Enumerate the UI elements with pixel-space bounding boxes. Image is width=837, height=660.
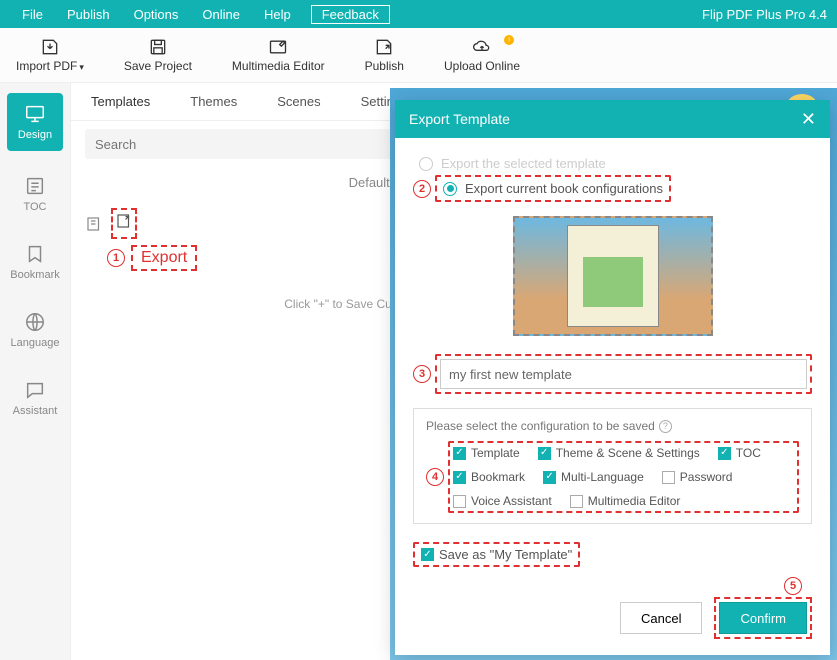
dialog-close-button[interactable]: ✕: [801, 109, 816, 130]
menu-online[interactable]: Online: [190, 7, 252, 22]
tab-scenes[interactable]: Scenes: [257, 94, 340, 109]
sidebar-item-bookmark[interactable]: Bookmark: [7, 237, 63, 287]
annotation-2: 2: [413, 180, 431, 198]
tab-themes[interactable]: Themes: [170, 94, 257, 109]
annotation-3: 3: [413, 365, 431, 383]
annotation-4: 4: [426, 468, 444, 486]
help-icon[interactable]: ?: [659, 420, 672, 433]
chat-icon: [24, 379, 46, 401]
menu-help[interactable]: Help: [252, 7, 303, 22]
tab-templates[interactable]: Templates: [71, 94, 170, 109]
feedback-button[interactable]: Feedback: [311, 5, 390, 24]
menu-file[interactable]: File: [10, 7, 55, 22]
confirm-button[interactable]: Confirm: [719, 602, 807, 634]
toc-icon: [24, 175, 46, 197]
import-pdf-button[interactable]: Import PDF▾: [16, 37, 84, 73]
sidebar-item-design[interactable]: Design: [7, 93, 63, 151]
annotation-5: 5: [784, 577, 802, 595]
left-sidebar: Design TOC Bookmark Language Assistant: [0, 83, 70, 660]
export-template-icon[interactable]: [115, 212, 133, 230]
import-icon: [40, 37, 60, 57]
save-icon: [148, 37, 168, 57]
sidebar-item-assistant[interactable]: Assistant: [7, 373, 63, 423]
check-theme[interactable]: Theme & Scene & Settings: [538, 446, 700, 460]
radio-export-current[interactable]: Export current book configurations: [435, 175, 671, 202]
publish-icon: [374, 37, 394, 57]
check-bookmark[interactable]: Bookmark: [453, 470, 525, 484]
check-mmeditor[interactable]: Multimedia Editor: [570, 494, 681, 508]
publish-button[interactable]: Publish: [365, 37, 404, 73]
dialog-title: Export Template: [409, 111, 510, 127]
main-toolbar: Import PDF▾ Save Project Multimedia Edit…: [0, 28, 837, 83]
cancel-button[interactable]: Cancel: [620, 602, 702, 634]
dialog-header: Export Template ✕: [395, 100, 830, 138]
export-template-dialog: Export Template ✕ Export the selected te…: [395, 100, 830, 655]
radio-export-selected: Export the selected template: [413, 152, 812, 175]
cloud-upload-icon: [472, 37, 492, 57]
check-multilang[interactable]: Multi-Language: [543, 470, 644, 484]
globe-icon: [24, 311, 46, 333]
upload-online-button[interactable]: ! Upload Online: [444, 37, 520, 73]
config-group: Please select the configuration to be sa…: [413, 408, 812, 524]
import-template-icon[interactable]: [85, 215, 103, 233]
check-save-as-my-template[interactable]: Save as "My Template": [413, 542, 580, 567]
sidebar-item-language[interactable]: Language: [7, 305, 63, 355]
menu-publish[interactable]: Publish: [55, 7, 122, 22]
annotation-export-label: Export: [131, 245, 197, 271]
check-voice[interactable]: Voice Assistant: [453, 494, 552, 508]
app-title: Flip PDF Plus Pro 4.4: [702, 7, 827, 22]
check-template[interactable]: Template: [453, 446, 520, 460]
template-preview: [513, 216, 713, 336]
bookmark-icon: [24, 243, 46, 265]
menu-bar: File Publish Options Online Help Feedbac…: [0, 0, 837, 28]
config-title: Please select the configuration to be sa…: [426, 419, 799, 433]
template-name-input[interactable]: [440, 359, 807, 389]
save-project-button[interactable]: Save Project: [124, 37, 192, 73]
edit-icon: [268, 37, 288, 57]
check-password[interactable]: Password: [662, 470, 733, 484]
monitor-icon: [24, 103, 46, 125]
notification-badge: !: [504, 35, 514, 45]
menu-options[interactable]: Options: [122, 7, 191, 22]
check-toc[interactable]: TOC: [718, 446, 761, 460]
sidebar-item-toc[interactable]: TOC: [7, 169, 63, 219]
multimedia-editor-button[interactable]: Multimedia Editor: [232, 37, 325, 73]
annotation-1: 1: [107, 249, 125, 267]
